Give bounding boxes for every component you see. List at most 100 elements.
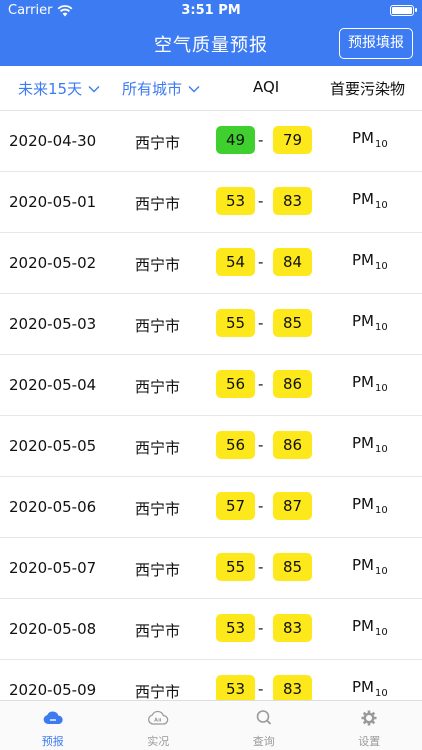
tab-search[interactable]: 查询 [211,701,317,750]
row-city: 西宁市 [135,195,181,213]
tab-settings[interactable]: 设置 [317,701,422,750]
tab-search-label: 查询 [252,735,275,748]
status-bar: Carrier 3:51 PM [0,0,422,22]
aqi-low-badge: 53 [216,675,255,703]
aqi-high-badge: 83 [273,675,312,703]
row-pollutant: PM10 [352,129,388,150]
table-row[interactable]: 2020-05-08 西宁市 53-83 PM10 [0,599,422,660]
row-date: 2020-05-08 [9,620,97,638]
row-date: 2020-05-04 [9,376,97,394]
tab-settings-label: 设置 [358,735,381,748]
pollutant-column-header: 首要污染物 [330,80,406,98]
table-row[interactable]: 2020-05-04 西宁市 56-86 PM10 [0,355,422,416]
gear-icon [361,710,377,726]
pollutant-subscript: 10 [375,261,388,272]
row-city: 西宁市 [135,500,181,518]
pollutant-name: PM [352,190,374,208]
row-city: 西宁市 [135,683,181,701]
pollutant-subscript: 10 [375,627,388,638]
aqi-low-badge: 54 [216,248,255,276]
chevron-down-icon [188,85,200,92]
table-row[interactable]: 2020-05-07 西宁市 55-85 PM10 [0,538,422,599]
tab-live-label: 实况 [147,735,170,748]
aqi-low-badge: 53 [216,614,255,642]
pollutant-name: PM [352,556,374,574]
status-time: 3:51 PM [181,3,241,18]
forecast-list: 2020-04-30 西宁市 49-79 PM10 2020-05-01 西宁市 53-83… [0,111,422,721]
pollutant-name: PM [352,129,374,147]
row-city: 西宁市 [135,561,181,579]
aqi-column-header: AQI [253,78,280,96]
range-filter[interactable]: 未来15天 [18,78,100,99]
aqi-high-badge: 83 [273,614,312,642]
row-city: 西宁市 [135,256,181,274]
header: Carrier 3:51 PM 空气质量预报 预报填报 [0,0,422,66]
row-pollutant: PM10 [352,312,388,333]
table-row[interactable]: 2020-05-03 西宁市 55-85 PM10 [0,294,422,355]
city-filter[interactable]: 所有城市 [122,78,200,99]
pollutant-subscript: 10 [375,200,388,211]
pollutant-name: PM [352,251,374,269]
row-pollutant: PM10 [352,495,388,516]
aqi-range-dash: - [258,680,264,698]
aqi-high-badge: 84 [273,248,312,276]
aqi-range-dash: - [258,497,264,515]
row-date: 2020-05-03 [9,315,97,333]
city-filter-label: 所有城市 [122,80,183,98]
aqi-range-dash: - [258,558,264,576]
table-row[interactable]: 2020-05-01 西宁市 53-83 PM10 [0,172,422,233]
chevron-down-icon [88,85,100,92]
table-row[interactable]: 2020-05-06 西宁市 57-87 PM10 [0,477,422,538]
aqi-low-badge: 56 [216,431,255,459]
table-row[interactable]: 2020-05-05 西宁市 56-86 PM10 [0,416,422,477]
aqi-cloud-icon [148,710,169,725]
row-date: 2020-05-02 [9,254,97,272]
battery-icon [390,5,417,16]
row-date: 2020-05-07 [9,559,97,577]
pollutant-subscript: 10 [375,688,388,699]
pollutant-subscript: 10 [375,383,388,394]
table-row[interactable]: 2020-05-02 西宁市 54-84 PM10 [0,233,422,294]
pollutant-name: PM [352,617,374,635]
row-pollutant: PM10 [352,251,388,272]
aqi-low-badge: 49 [216,126,255,154]
pollutant-name: PM [352,678,374,696]
aqi-range-dash: - [258,375,264,393]
aqi-range-dash: - [258,192,264,210]
row-date: 2020-05-05 [9,437,97,455]
cloud-icon [43,711,63,724]
row-city: 西宁市 [135,134,181,152]
aqi-low-badge: 55 [216,309,255,337]
aqi-range-dash: - [258,436,264,454]
aqi-low-badge: 55 [216,553,255,581]
aqi-range-dash: - [258,253,264,271]
table-row[interactable]: 2020-04-30 西宁市 49-79 PM10 [0,111,422,172]
aqi-low-badge: 53 [216,187,255,215]
aqi-range-dash: - [258,619,264,637]
pollutant-subscript: 10 [375,444,388,455]
aqi-high-badge: 85 [273,309,312,337]
pollutant-subscript: 10 [375,139,388,150]
row-pollutant: PM10 [352,373,388,394]
row-city: 西宁市 [135,317,181,335]
aqi-high-badge: 85 [273,553,312,581]
row-date: 2020-04-30 [9,132,97,150]
aqi-high-badge: 87 [273,492,312,520]
filter-row: 未来15天 所有城市 AQI 首要污染物 [0,66,422,111]
pollutant-name: PM [352,373,374,391]
aqi-high-badge: 86 [273,370,312,398]
pollutant-name: PM [352,312,374,330]
tab-bar: 预报 实况 查询 设置 [0,700,422,750]
row-city: 西宁市 [135,622,181,640]
aqi-range-dash: - [258,314,264,332]
tab-live[interactable]: 实况 [106,701,212,750]
aqi-range-dash: - [258,131,264,149]
row-date: 2020-05-06 [9,498,97,516]
row-city: 西宁市 [135,378,181,396]
row-date: 2020-05-01 [9,193,97,211]
forecast-fill-button[interactable]: 预报填报 [339,28,413,59]
pollutant-subscript: 10 [375,566,388,577]
tab-forecast[interactable]: 预报 [0,701,106,750]
tab-forecast-label: 预报 [41,735,64,748]
aqi-high-badge: 83 [273,187,312,215]
